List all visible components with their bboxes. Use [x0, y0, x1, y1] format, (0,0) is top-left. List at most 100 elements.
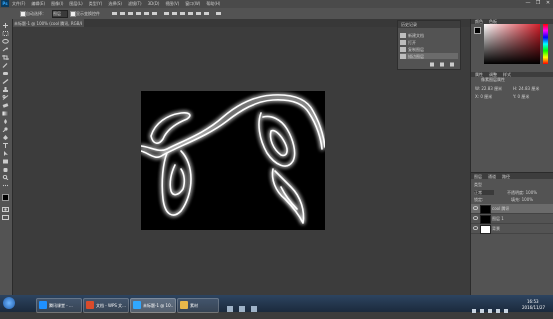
eraser-tool-icon[interactable]	[2, 103, 9, 108]
x-field[interactable]: X: 0 厘米	[475, 94, 511, 99]
history-thumbnail	[400, 53, 406, 59]
history-item[interactable]: 复制图层	[400, 46, 458, 52]
wps-icon	[86, 301, 94, 309]
shape-tool-icon[interactable]	[2, 159, 9, 164]
toolbox	[0, 19, 13, 295]
history-item-selected[interactable]: 描边图层	[400, 53, 458, 59]
layer-filter-kind[interactable]: 类型	[474, 182, 482, 187]
move-tool-icon[interactable]	[3, 11, 11, 26]
history-panel-header: 历史记录	[398, 21, 460, 28]
blend-mode-dropdown[interactable]: 正常	[474, 190, 494, 195]
start-button[interactable]	[3, 297, 15, 309]
quick-mask-icon[interactable]	[2, 207, 9, 212]
foreground-color-chip[interactable]	[474, 27, 481, 34]
eyedropper-tool-icon[interactable]	[2, 63, 9, 68]
align-buttons	[112, 11, 232, 16]
auto-select-target-dropdown[interactable]: 图层	[52, 10, 68, 18]
layers-tab[interactable]: 图层	[474, 174, 482, 179]
opacity-field[interactable]: 不透明度: 100%	[507, 190, 537, 195]
show-transform-label: 显示变换控件	[76, 11, 100, 16]
lasso-tool-icon[interactable]	[2, 39, 9, 44]
layer-name: cool 腾讯	[492, 206, 510, 211]
menu-file[interactable]: 文件(F)	[12, 1, 25, 6]
taskbar-toolbar-icons	[225, 299, 265, 312]
history-item[interactable]: 新建文档	[400, 32, 458, 38]
history-thumbnail	[400, 46, 406, 52]
taskbar-item[interactable]: 素材	[177, 298, 219, 313]
layer-thumbnail	[480, 205, 491, 214]
history-thumbnail	[400, 39, 406, 45]
brush-tool-icon[interactable]	[2, 79, 9, 84]
screen-mode-icon[interactable]	[2, 215, 9, 220]
hand-tool-icon[interactable]	[2, 167, 9, 172]
menu-help[interactable]: 帮助(H)	[206, 1, 220, 6]
clone-stamp-tool-icon[interactable]	[2, 87, 9, 92]
layers-panel: 图层 通道 路径 类型 正常 不透明度: 100% 锁定: 填充: 100% c…	[471, 172, 553, 303]
paths-tab[interactable]: 路径	[502, 174, 510, 179]
menu-3d[interactable]: 3D(D)	[148, 1, 160, 6]
color-picker-field[interactable]	[484, 24, 540, 64]
taskbar-item[interactable]: 腾讯课堂 - ...	[36, 298, 82, 313]
history-actions	[428, 62, 458, 67]
quick-select-tool-icon[interactable]	[2, 47, 9, 52]
history-item[interactable]: 打开	[400, 39, 458, 45]
photoshop-logo: Ps	[1, 0, 9, 7]
y-field[interactable]: Y: 0 厘米	[513, 94, 549, 99]
menu-edit[interactable]: 编辑(E)	[31, 1, 45, 6]
menu-filter[interactable]: 滤镜(T)	[128, 1, 142, 6]
gradient-tool-icon[interactable]	[2, 111, 9, 116]
menu-image[interactable]: 图像(I)	[51, 1, 63, 6]
document-tab[interactable]: 未标题-1 @ 100% (cool 腾讯, RGB/8) *	[12, 19, 84, 27]
move-tool-icon[interactable]	[2, 23, 9, 28]
history-action-icons[interactable]	[428, 62, 458, 67]
height-field[interactable]: H: 24.83 厘米	[513, 86, 551, 91]
width-field[interactable]: W: 22.83 厘米	[475, 86, 511, 91]
menu-type[interactable]: 类型(Y)	[89, 1, 103, 6]
taskbar-item[interactable]: 文档 - WPS 文...	[83, 298, 129, 313]
channels-tab[interactable]: 通道	[488, 174, 496, 179]
glowing-line-artwork	[140, 94, 326, 224]
zoom-tool-icon[interactable]	[2, 175, 9, 180]
document-canvas[interactable]	[140, 91, 326, 230]
visibility-eye-icon[interactable]	[473, 226, 478, 230]
layer-row-selected[interactable]: cool 腾讯	[471, 204, 553, 214]
align-icons[interactable]	[112, 11, 232, 16]
close-button[interactable]: ✕	[543, 0, 553, 7]
layer-row[interactable]: 图层 1	[471, 214, 553, 224]
type-tool-icon[interactable]	[2, 143, 9, 148]
quick-launch-icons[interactable]	[225, 304, 265, 314]
more-tools-icon[interactable]	[2, 183, 9, 188]
auto-select-label: 自动选择：	[26, 11, 46, 16]
marquee-tool-icon[interactable]	[2, 31, 9, 36]
menu-layer[interactable]: 图层(L)	[69, 1, 82, 6]
visibility-eye-icon[interactable]	[473, 206, 478, 210]
crop-tool-icon[interactable]	[2, 55, 9, 60]
foreground-color-swatch[interactable]	[2, 194, 9, 201]
layer-thumbnail	[480, 225, 491, 234]
tray-clock[interactable]: 16:53	[527, 299, 539, 304]
history-brush-tool-icon[interactable]	[2, 95, 9, 100]
system-tray	[470, 300, 520, 313]
healing-brush-tool-icon[interactable]	[2, 71, 9, 76]
color-tab[interactable]: 颜色	[475, 19, 483, 24]
maximize-button[interactable]: ❐	[533, 0, 543, 7]
layer-actions	[491, 288, 551, 303]
history-thumbnail	[400, 32, 406, 38]
fill-field[interactable]: 填充: 100%	[511, 197, 533, 202]
layer-row[interactable]: 背景	[471, 224, 553, 234]
minimize-button[interactable]: —	[523, 0, 533, 7]
history-tab[interactable]: 历史记录	[401, 22, 417, 27]
hue-slider[interactable]	[543, 24, 548, 64]
dodge-tool-icon[interactable]	[2, 127, 9, 132]
blur-tool-icon[interactable]	[2, 119, 9, 124]
taskbar-item-active[interactable]: 未标题-1 @ 10...	[130, 298, 176, 313]
history-panel: 历史记录 新建文档 打开 复制图层 描边图层	[397, 20, 461, 70]
pen-tool-icon[interactable]	[2, 135, 9, 140]
visibility-eye-icon[interactable]	[473, 216, 478, 220]
tray-icons[interactable]	[470, 307, 520, 315]
menu-view[interactable]: 视图(V)	[165, 1, 179, 6]
browser-icon	[39, 301, 47, 309]
menu-select[interactable]: 选择(S)	[108, 1, 122, 6]
path-select-tool-icon[interactable]	[2, 151, 9, 156]
menu-window[interactable]: 窗口(W)	[185, 1, 200, 6]
